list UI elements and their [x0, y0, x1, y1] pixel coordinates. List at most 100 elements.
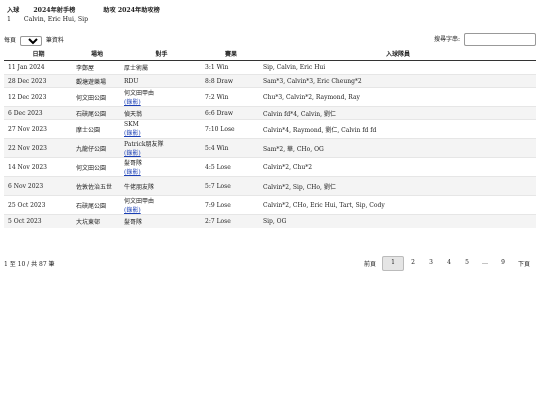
header-result[interactable]: 賽果: [202, 46, 260, 61]
video-link[interactable]: (錄影): [124, 167, 199, 176]
cell-date: 28 Dec 2023: [4, 74, 73, 88]
cell-scorers: Sip, OG: [260, 214, 536, 228]
header-venue[interactable]: 場地: [73, 46, 121, 61]
cell-opponent: SKM (錄影): [121, 119, 202, 139]
cell-opponent: RDU: [121, 74, 202, 88]
header-date[interactable]: 日期: [4, 46, 73, 61]
cell-scorers: Calvin*2, Chu*2: [260, 157, 536, 177]
cell-scorers: Calvin*4, Raymond, 劉仁, Calvin fd fd: [260, 119, 536, 139]
cell-scorers: Calvin fd*4, Calvin, 劉仁: [260, 106, 536, 120]
header-opponent[interactable]: 對手: [121, 46, 202, 61]
search-input[interactable]: [464, 33, 536, 46]
cell-opponent: 厚士術屬: [121, 60, 202, 75]
next-page-button[interactable]: 下頁: [512, 256, 536, 271]
page-button[interactable]: 1: [381, 256, 404, 271]
cell-venue: 石硤尾公園: [73, 106, 121, 120]
cell-scorers: Sam*3, Calvin*3, Eric Cheung*2: [260, 74, 536, 88]
cell-venue: 觀塘遊樂場: [73, 74, 121, 88]
page-size-control: 每頁 10 筆資料: [4, 35, 64, 46]
search-label: 搜尋字串:: [434, 36, 461, 43]
table-row: 27 Nov 2023 摩士公園 SKM (錄影) 7:10 Lose Calvin*4,…: [4, 119, 536, 139]
cell-date: 6 Dec 2023: [4, 106, 73, 120]
cell-date: 5 Oct 2023: [4, 214, 73, 228]
leaders-list: Calvin, Eric Hui, Sip: [23, 16, 89, 23]
video-link[interactable]: (錄影): [124, 97, 199, 106]
matches-table: 日期 場地 對手 賽果 入球隊員 11 Jan 2024 李鄭屋 厚士術屬 3:1 W…: [4, 46, 536, 228]
table-row: 6 Dec 2023 石硤尾公園 偵天翁 6:6 Draw Calvin fd*4, C…: [4, 106, 536, 120]
cell-result: 3:1 Win: [202, 60, 260, 75]
cell-date: 25 Oct 2023: [4, 195, 73, 215]
cell-opponent: 何文田甲由 (錄影): [121, 195, 202, 215]
tab-assists[interactable]: 助攻 2024年助攻榜: [103, 5, 160, 14]
cell-opponent: 偵天翁: [121, 106, 202, 120]
cell-result: 2:7 Lose: [202, 214, 260, 228]
page-size-prefix: 每頁: [4, 37, 17, 44]
cell-date: 22 Nov 2023: [4, 138, 73, 158]
search-control: 搜尋字串:: [434, 33, 536, 46]
pagination-info: 1 至 10 / 共 87 筆: [4, 261, 55, 268]
opponent-name: 髮哥隊: [124, 218, 143, 226]
cell-scorers: Sam*2, 華, CHo, OG: [260, 138, 536, 158]
header-scorers[interactable]: 入球隊員: [260, 46, 536, 61]
cell-venue: 九龍仔公園: [73, 138, 121, 158]
opponent-name: RDU: [124, 77, 139, 85]
prev-page-button[interactable]: 前頁: [358, 256, 382, 271]
opponent-name: 髮哥隊: [124, 160, 143, 167]
cell-result: 7:2 Win: [202, 87, 260, 107]
cell-result: 5:4 Win: [202, 138, 260, 158]
table-row: 6 Nov 2023 佐敦佐治五世 牛佬朋友隊 5:7 Lose Calvin*2, S…: [4, 176, 536, 196]
opponent-name: SKM: [124, 121, 139, 128]
opponent-name: 偵天翁: [124, 110, 143, 118]
tab-scorers[interactable]: 2024年射手榜: [33, 5, 75, 14]
opponent-name: 何文田甲由: [124, 198, 155, 205]
cell-venue: 何文田公園: [73, 87, 121, 107]
opponent-name: 牛佬朋友隊: [124, 183, 155, 191]
video-link[interactable]: (錄影): [124, 205, 199, 214]
page-size-select[interactable]: 10: [19, 36, 42, 46]
cell-scorers: Calvin*2, Sip, CHo, 劉仁: [260, 176, 536, 196]
cell-date: 27 Nov 2023: [4, 119, 73, 139]
cell-result: 8:8 Draw: [202, 74, 260, 88]
cell-date: 11 Jan 2024: [4, 60, 73, 75]
table-row: 28 Dec 2023 觀塘遊樂場 RDU 8:8 Draw Sam*3, Calvin…: [4, 74, 536, 88]
opponent-name: 厚士術屬: [124, 65, 149, 72]
page-button[interactable]: 2: [404, 256, 422, 271]
cell-result: 5:7 Lose: [202, 176, 260, 196]
opponent-name: Patrick朋友隊: [124, 141, 164, 148]
table-row: 5 Oct 2023 大坑東邨 髮哥隊 2:7 Lose Sip, OG: [4, 214, 536, 228]
tab-goals[interactable]: 入球: [7, 5, 19, 14]
video-link[interactable]: (錄影): [124, 128, 199, 137]
table-row: 22 Nov 2023 九龍仔公園 Patrick朋友隊 (錄影) 5:4 Win Sam…: [4, 138, 536, 158]
cell-venue: 李鄭屋: [73, 60, 121, 75]
cell-result: 7:9 Lose: [202, 195, 260, 215]
cell-opponent: 髮哥隊 (錄影): [121, 157, 202, 177]
cell-opponent: 何文田甲由 (錄影): [121, 87, 202, 107]
cell-venue: 石硤尾公園: [73, 195, 121, 215]
page-button[interactable]: 9: [494, 256, 512, 271]
cell-venue: 佐敦佐治五世: [73, 176, 121, 196]
cell-scorers: Calvin*2, CHo, Eric Hui, Tart, Sip, Cody: [260, 195, 536, 215]
cell-venue: 大坑東邨: [73, 214, 121, 228]
rank-number: 1: [7, 16, 11, 23]
cell-scorers: Sip, Calvin, Eric Hui: [260, 60, 536, 75]
cell-opponent: 牛佬朋友隊: [121, 176, 202, 196]
page-button[interactable]: 3: [422, 256, 440, 271]
cell-result: 7:10 Lose: [202, 119, 260, 139]
cell-result: 6:6 Draw: [202, 106, 260, 120]
table-row: 25 Oct 2023 石硤尾公園 何文田甲由 (錄影) 7:9 Lose Calvin*…: [4, 195, 536, 215]
page-button[interactable]: 4: [440, 256, 458, 271]
cell-scorers: Chu*3, Calvin*2, Raymond, Ray: [260, 87, 536, 107]
summary-header: 入球 2024年射手榜 助攻 2024年助攻榜 1 Calvin, Eric H…: [7, 5, 160, 23]
table-controls: 每頁 10 筆資料 搜尋字串:: [4, 33, 536, 46]
video-link[interactable]: (錄影): [124, 148, 199, 157]
table-row: 14 Nov 2023 何文田公園 髮哥隊 (錄影) 4:5 Lose Calvin*2,…: [4, 157, 536, 177]
table-footer: 1 至 10 / 共 87 筆 前頁 1 2 3 4 5 … 9 下頁: [4, 256, 536, 271]
cell-opponent: Patrick朋友隊 (錄影): [121, 138, 202, 158]
page-size-suffix: 筆資料: [45, 37, 64, 44]
opponent-name: 何文田甲由: [124, 90, 155, 97]
cell-date: 14 Nov 2023: [4, 157, 73, 177]
cell-date: 6 Nov 2023: [4, 176, 73, 196]
cell-opponent: 髮哥隊: [121, 214, 202, 228]
page-button[interactable]: 5: [458, 256, 476, 271]
page-ellipsis: …: [481, 259, 488, 266]
